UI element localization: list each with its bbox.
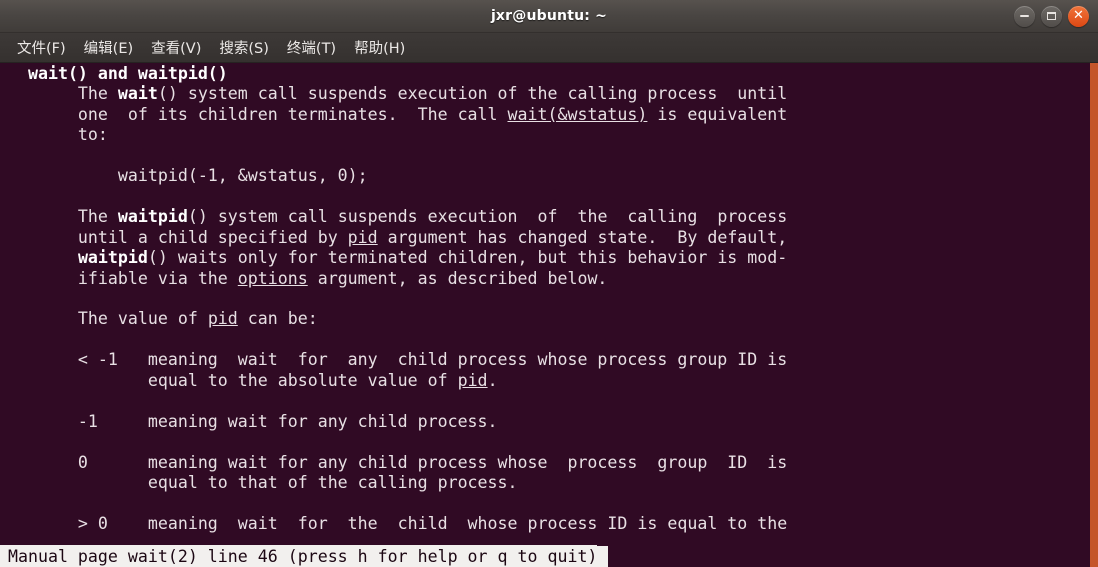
window-title: jxr@ubuntu: ~ bbox=[490, 8, 608, 24]
minimize-button[interactable] bbox=[1014, 5, 1035, 27]
menu-item-search[interactable]: 搜索(S) bbox=[210, 34, 278, 61]
menu-bar: 文件(F) 编辑(E) 查看(V) 搜索(S) 终端(T) 帮助(H) bbox=[0, 33, 1098, 63]
minimize-icon bbox=[1020, 15, 1029, 17]
menu-item-terminal[interactable]: 终端(T) bbox=[278, 34, 345, 61]
window-titlebar: jxr@ubuntu: ~ ✕ bbox=[0, 0, 1098, 33]
less-status-text: Manual page wait(2) line 46 (press h for… bbox=[0, 545, 598, 567]
terminal-window: jxr@ubuntu: ~ ✕ 文件(F) 编辑(E) 查看(V) 搜索(S) … bbox=[0, 0, 1098, 567]
menu-item-edit[interactable]: 编辑(E) bbox=[75, 34, 142, 61]
maximize-button[interactable] bbox=[1041, 5, 1062, 27]
close-button[interactable]: ✕ bbox=[1068, 5, 1089, 27]
close-icon: ✕ bbox=[1073, 8, 1084, 23]
manpage-content: wait() and waitpid() The wait() system c… bbox=[27, 64, 788, 533]
menu-item-view[interactable]: 查看(V) bbox=[142, 34, 210, 61]
menu-item-help[interactable]: 帮助(H) bbox=[345, 34, 414, 61]
maximize-icon bbox=[1047, 12, 1056, 20]
window-controls: ✕ bbox=[1014, 0, 1089, 32]
less-status-bar: Manual page wait(2) line 46 (press h for… bbox=[0, 545, 1090, 567]
terminal-screen[interactable]: wait() and waitpid() The wait() system c… bbox=[0, 63, 1098, 567]
terminal-cursor bbox=[597, 546, 609, 567]
menu-item-file[interactable]: 文件(F) bbox=[8, 34, 75, 61]
